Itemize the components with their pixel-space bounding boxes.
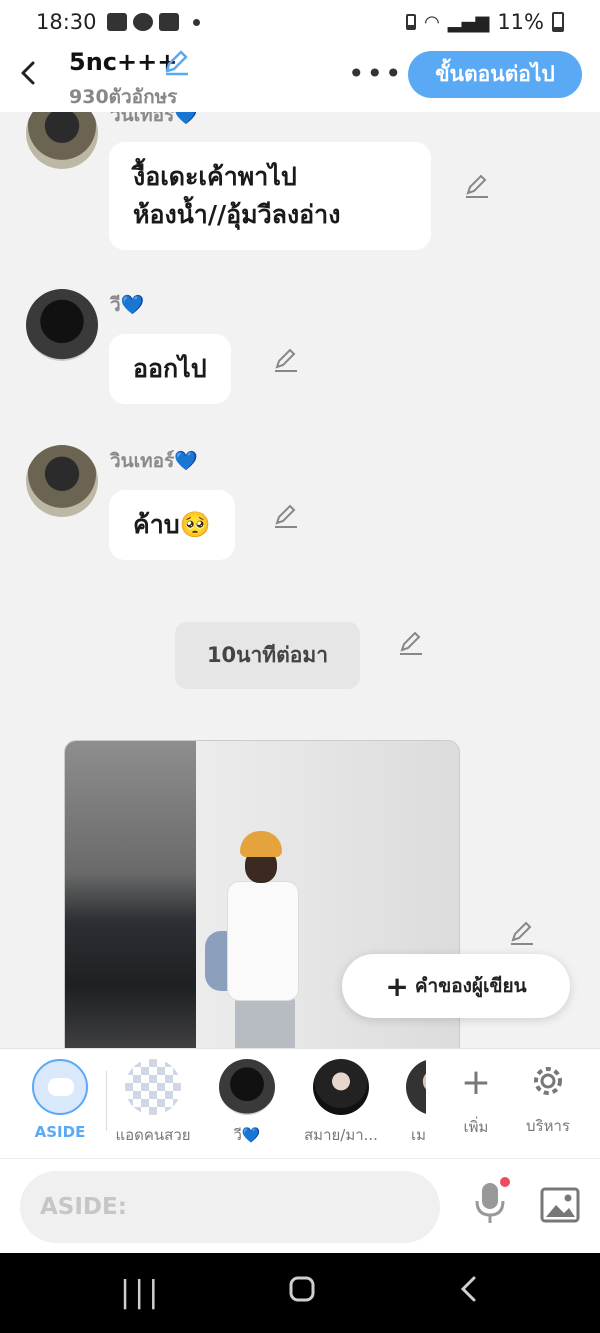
avatar: [125, 1059, 181, 1115]
home-icon[interactable]: [288, 1275, 316, 1311]
avatar[interactable]: [26, 112, 98, 169]
add-character-button[interactable]: + เพิ่ม: [446, 1063, 506, 1139]
recent-apps-icon[interactable]: |||: [120, 1275, 162, 1310]
back-nav-icon[interactable]: [458, 1275, 480, 1311]
edit-title-icon[interactable]: [162, 48, 190, 76]
character-aside[interactable]: ASIDE: [15, 1059, 105, 1141]
plus-icon: +: [460, 1062, 492, 1103]
recording-dot-icon: [500, 1177, 510, 1187]
battery-percent: 11%: [497, 10, 544, 34]
battery-icon: [552, 12, 564, 32]
character-item[interactable]: แอดคนสวย: [108, 1059, 198, 1147]
edit-icon[interactable]: [397, 629, 425, 657]
edit-icon[interactable]: [463, 172, 491, 200]
back-icon[interactable]: [14, 58, 44, 88]
input-bar: ASIDE:: [0, 1158, 600, 1253]
narration-box[interactable]: 10นาทีต่อมา: [175, 622, 360, 689]
signal-icon: ▂▄▆: [447, 11, 490, 33]
system-nav-bar: |||: [0, 1253, 600, 1333]
character-item[interactable]: วี💙: [202, 1059, 292, 1147]
edit-icon[interactable]: [272, 346, 300, 374]
character-item[interactable]: เม: [380, 1059, 426, 1147]
edit-icon[interactable]: [272, 502, 300, 530]
wifi-icon: ◠: [424, 11, 440, 33]
aside-icon: [32, 1059, 88, 1115]
message-bubble[interactable]: ค้าบ🥺: [109, 490, 235, 560]
message-input[interactable]: ASIDE:: [20, 1171, 440, 1243]
header: 5nc+++ 930ตัวอักษร ••• ขั้นตอนต่อไป: [0, 44, 600, 112]
manage-characters-button[interactable]: บริหาร: [518, 1063, 578, 1138]
character-count: 930ตัวอักษร: [69, 86, 178, 108]
avatar: [219, 1059, 275, 1115]
message-bubble[interactable]: งื้อเดะเค้าพาไป ห้องน้ำ//อุ้มวีลงอ่าง: [109, 142, 431, 250]
status-bar: 18:30 ◠ ▂▄▆ 11%: [0, 0, 600, 44]
edit-icon[interactable]: [508, 919, 536, 947]
notification-dot-icon: [192, 18, 200, 26]
writer-note-label: คำของผู้เขียน: [414, 975, 527, 997]
messenger-icon: [132, 13, 153, 31]
more-options-icon[interactable]: •••: [348, 57, 404, 90]
character-item[interactable]: สมาย/มา...: [296, 1059, 386, 1147]
divider: [106, 1071, 107, 1131]
youtube-icon: [158, 13, 179, 31]
chat-content: วินเทอร์💙 งื้อเดะเค้าพาไป ห้องน้ำ//อุ้มว…: [0, 112, 600, 1048]
avatar[interactable]: [26, 289, 98, 361]
gallery-icon: [106, 13, 127, 31]
avatar: [313, 1059, 369, 1115]
sender-name: วี💙: [110, 294, 145, 316]
avatar: [406, 1059, 426, 1115]
message-bubble[interactable]: ออกไป: [109, 334, 231, 404]
next-step-button[interactable]: ขั้นตอนต่อไป: [408, 51, 582, 98]
writer-note-button[interactable]: + คำของผู้เขียน: [342, 954, 570, 1018]
sender-name: วินเทอร์💙: [110, 112, 198, 126]
gear-icon: [518, 1063, 578, 1108]
sender-name: วินเทอร์💙: [110, 450, 198, 472]
status-time: 18:30: [36, 10, 97, 34]
plus-icon: +: [385, 969, 409, 1003]
character-bar: ASIDE แอดคนสวย วี💙 สมาย/มา... เม + เพิ่ม…: [0, 1048, 600, 1158]
avatar[interactable]: [26, 445, 98, 517]
alarm-icon: [406, 14, 417, 30]
image-icon[interactable]: [540, 1187, 580, 1223]
